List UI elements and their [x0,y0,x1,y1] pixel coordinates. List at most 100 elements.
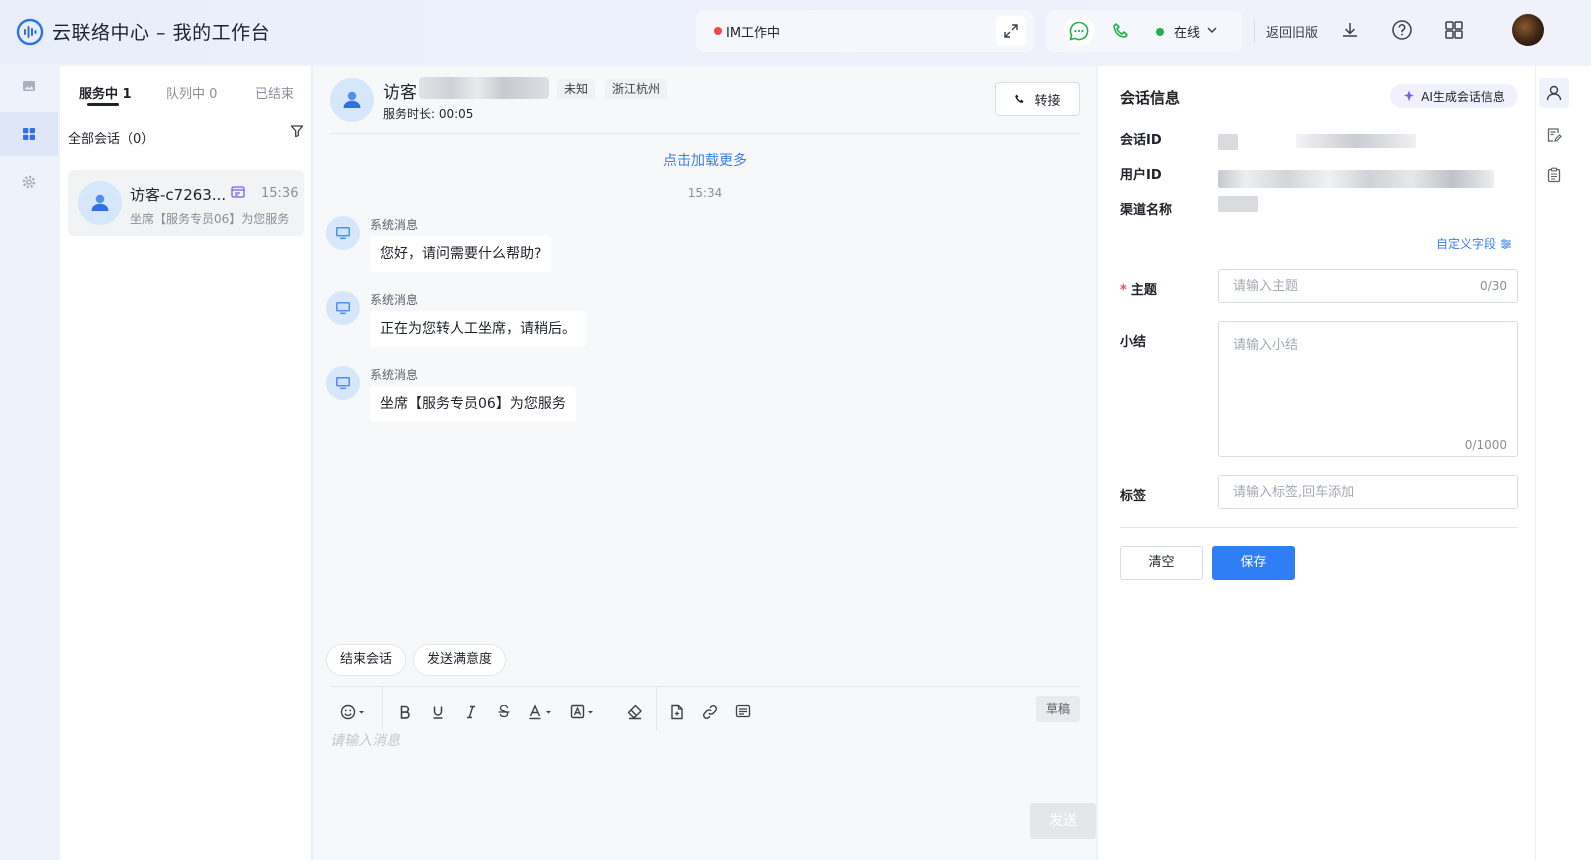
italic-button[interactable] [458,699,484,725]
im-status-dot [714,27,722,35]
underline-icon [433,706,443,719]
transfer-button[interactable]: 转接 [995,82,1080,116]
redacted-session-id [1296,134,1416,148]
work-order-tab[interactable] [1539,120,1569,150]
apps-grid-button[interactable] [1442,18,1466,42]
chat-panel: 访客 未知 浙江杭州 服务时长: 00:05 转接 点击加载更多 15:34 系… [314,66,1096,860]
message-time-divider: 15:34 [687,186,723,200]
visitor-name: 访客 [383,83,417,103]
user-avatar[interactable] [1512,14,1544,46]
session-visitor-name: 访客-c7263... [130,186,227,204]
ai-generate-button[interactable]: AI生成会话信息 [1390,84,1518,108]
tags-field [1218,475,1518,509]
sparkle-icon [1404,90,1415,102]
web-channel-icon [231,186,245,198]
download-button[interactable] [1338,18,1362,42]
im-channel-button[interactable] [1064,16,1094,46]
visitor-info-tab[interactable] [1539,78,1569,108]
strikethrough-button[interactable] [491,699,517,725]
phone-transfer-icon [1015,94,1024,103]
attach-file-button[interactable] [664,699,690,725]
nav-item-media[interactable] [0,64,58,108]
end-session-button[interactable]: 结束会话 [326,644,407,676]
top-header: 云联络中心 – 我的工作台 IM工作中 在线 返回旧版 [0,0,1591,64]
filter-icon[interactable] [290,124,304,138]
summary-textarea[interactable] [1219,322,1517,456]
bold-button[interactable] [392,699,418,725]
tab-queued[interactable]: 队列中 0 [166,83,217,102]
left-navigation [0,64,58,860]
session-preview: 坐席【服务专员06】为您服务 [130,212,290,226]
im-status-text: IM工作中 [726,26,781,41]
session-time: 15:36 [261,186,299,201]
transfer-label: 转接 [1034,93,1061,109]
tags-label: 标签 [1120,489,1147,504]
italic-icon [467,705,475,719]
toolbar-divider [656,687,657,731]
nav-item-settings[interactable] [0,160,58,204]
session-tabs: 服务中 1 队列中 0 已结束 [60,66,312,112]
tags-input[interactable] [1219,476,1517,508]
chevron-down-icon[interactable] [1206,24,1218,36]
apps-grid-icon [1445,21,1463,39]
session-list-item[interactable]: 访客-c7263... 15:36 坐席【服务专员06】为您服务 [68,170,304,236]
visitor-gender-chip: 未知 [557,79,596,99]
back-to-old-version-link[interactable]: 返回旧版 [1266,22,1318,41]
background-color-button[interactable] [566,699,600,725]
visitor-avatar [330,78,374,122]
underline-button[interactable] [425,699,451,725]
message-bubble: 坐席【服务专员06】为您服务 [370,386,576,422]
emoji-button[interactable] [336,699,370,725]
help-icon [1392,20,1412,40]
gear-icon [22,175,36,189]
channel-name-label: 渠道名称 [1120,203,1173,218]
subject-field: 0/30 [1218,269,1518,303]
visitor-location-chip: 浙江杭州 [605,79,668,99]
custom-fields-link[interactable]: 自定义字段 [1436,235,1512,252]
nav-item-workbench[interactable] [0,112,58,156]
quick-reply-button[interactable] [730,699,756,725]
insert-link-button[interactable] [697,699,723,725]
tab-ended[interactable]: 已结束 [255,83,294,102]
phone-channel-button[interactable] [1108,18,1134,44]
custom-fields-label: 自定义字段 [1436,237,1497,251]
grid-icon [23,128,35,140]
load-more-link[interactable]: 点击加载更多 [314,150,1096,170]
highlight-icon [570,704,593,719]
save-button[interactable]: 保存 [1212,546,1295,580]
active-tab-indicator [87,103,119,106]
send-button[interactable]: 发送 [1030,803,1096,839]
download-icon [1343,23,1357,37]
message-list-icon [735,704,751,718]
link-icon [703,705,717,719]
expand-button[interactable] [996,16,1026,46]
clipboard-tab[interactable] [1539,160,1569,190]
monitor-icon [336,227,350,240]
clear-button[interactable]: 清空 [1120,546,1203,580]
send-satisfaction-button[interactable]: 发送满意度 [413,644,507,676]
message-sender: 系统消息 [370,293,419,307]
system-avatar [326,216,360,250]
app-logo-icon [16,18,44,46]
all-sessions-label[interactable]: 全部会话（0） [68,128,154,147]
message-input[interactable] [330,733,1080,749]
chat-bubble-icon [1069,21,1089,41]
subject-input[interactable] [1219,270,1517,302]
phone-icon [1113,23,1128,38]
system-avatar [326,366,360,400]
tab-in-service[interactable]: 服务中 1 [79,83,132,102]
im-status-bar: IM工作中 [696,10,1034,52]
help-button[interactable] [1390,18,1414,42]
summary-label: 小结 [1120,335,1147,350]
session-id-label: 会话ID [1120,133,1162,148]
summary-counter: 0/1000 [1464,438,1507,452]
clear-format-button[interactable] [622,699,648,725]
draft-button[interactable]: 草稿 [1036,696,1080,722]
app-title: 云联络中心 – 我的工作台 [52,22,271,44]
font-color-button[interactable] [524,699,558,725]
monitor-icon [336,377,350,390]
monitor-icon [336,302,350,315]
bold-icon [400,705,410,719]
redacted-session-id [1218,134,1238,150]
online-status-dropdown[interactable]: 在线 [1174,22,1200,41]
